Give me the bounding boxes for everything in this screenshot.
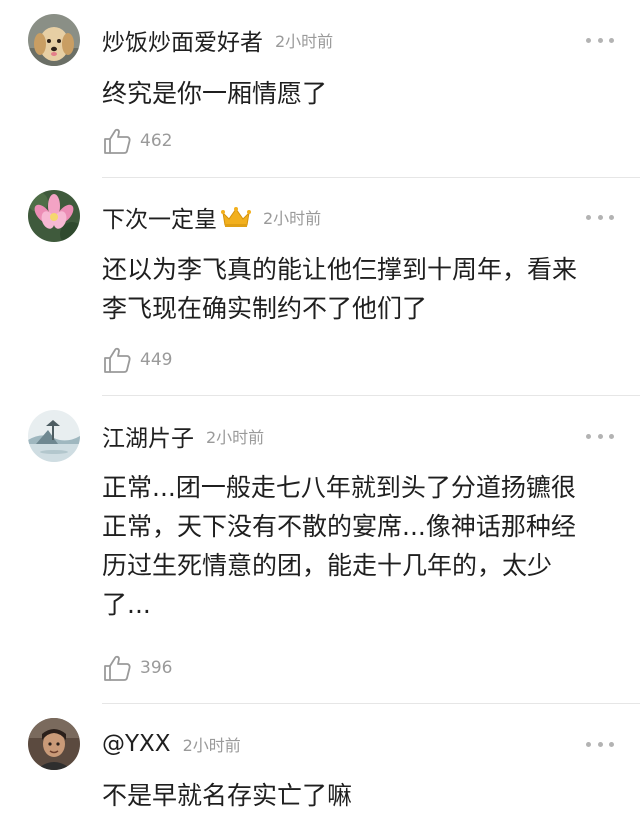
comment-header: 下次一定皇 2小时前 xyxy=(102,200,322,234)
more-options-icon[interactable] xyxy=(586,740,614,748)
comment-item: 江湖片子 2小时前 正常...团一般走七八年就到头了分道扬镳很 正常，天下没有不… xyxy=(0,396,640,704)
comment-text: 还以为李飞真的能让他仨撑到十周年，看来 李飞现在确实制约不了他们了 xyxy=(102,250,616,328)
comment-text: 不是早就名存实亡了嘛 xyxy=(102,776,616,815)
comment-line: 李飞现在确实制约不了他们了 xyxy=(102,294,428,323)
comment-text: 正常...团一般走七八年就到头了分道扬镳很 正常，天下没有不散的宴席...像神话… xyxy=(102,468,616,624)
timestamp: 2小时前 xyxy=(263,209,322,228)
comment-header: 江湖片子 2小时前 xyxy=(102,419,265,453)
like-count: 462 xyxy=(140,131,173,151)
comment-header: 炒饭炒面爱好者 2小时前 xyxy=(102,23,334,57)
like-count: 396 xyxy=(140,658,173,678)
username[interactable]: @YXX xyxy=(102,731,171,757)
username[interactable]: 下次一定皇 xyxy=(102,200,217,234)
crown-icon xyxy=(221,206,251,228)
thumbs-up-icon xyxy=(104,128,131,154)
comment-line: 不是早就名存实亡了嘛 xyxy=(102,781,353,810)
comment-item: 炒饭炒面爱好者 2小时前 终究是你一厢情愿了 462 xyxy=(0,0,640,178)
timestamp: 2小时前 xyxy=(182,736,241,755)
comment-header: @YXX 2小时前 xyxy=(102,729,241,759)
like-button[interactable]: 449 xyxy=(102,344,172,376)
comment-text: 终究是你一厢情愿了 xyxy=(102,74,616,113)
thumbs-up-icon xyxy=(104,347,131,373)
comment-line: 正常...团一般走七八年就到头了分道扬镳很 xyxy=(102,473,576,502)
comment-line: 了... xyxy=(102,590,151,619)
puppy-avatar-icon[interactable] xyxy=(28,14,80,66)
person-avatar-icon[interactable] xyxy=(28,718,80,770)
like-button[interactable]: 396 xyxy=(102,652,172,684)
comment-line: 正常，天下没有不散的宴席...像神话那种经 xyxy=(102,512,576,541)
comment-line: 终究是你一厢情愿了 xyxy=(102,79,328,108)
lotus-avatar-icon[interactable] xyxy=(28,190,80,242)
timestamp: 2小时前 xyxy=(206,428,265,447)
comment-item: 下次一定皇 2小时前 还以为李飞真的能让他仨撑到十周年，看来 李飞现在确实制约不… xyxy=(0,178,640,396)
more-options-icon[interactable] xyxy=(586,213,614,221)
timestamp: 2小时前 xyxy=(275,32,334,51)
username[interactable]: 炒饭炒面爱好者 xyxy=(102,23,263,57)
comment-item: @YXX 2小时前 不是早就名存实亡了嘛 xyxy=(0,704,640,812)
more-options-icon[interactable] xyxy=(586,36,614,44)
comment-line: 还以为李飞真的能让他仨撑到十周年，看来 xyxy=(102,255,578,284)
more-options-icon[interactable] xyxy=(586,432,614,440)
landscape-avatar-icon[interactable] xyxy=(28,410,80,462)
comment-line: 历过生死情意的团，能走十几年的，太少 xyxy=(102,551,553,580)
like-button[interactable]: 462 xyxy=(102,125,172,157)
username[interactable]: 江湖片子 xyxy=(102,419,194,453)
thumbs-up-icon xyxy=(104,655,131,681)
like-count: 449 xyxy=(140,350,173,370)
